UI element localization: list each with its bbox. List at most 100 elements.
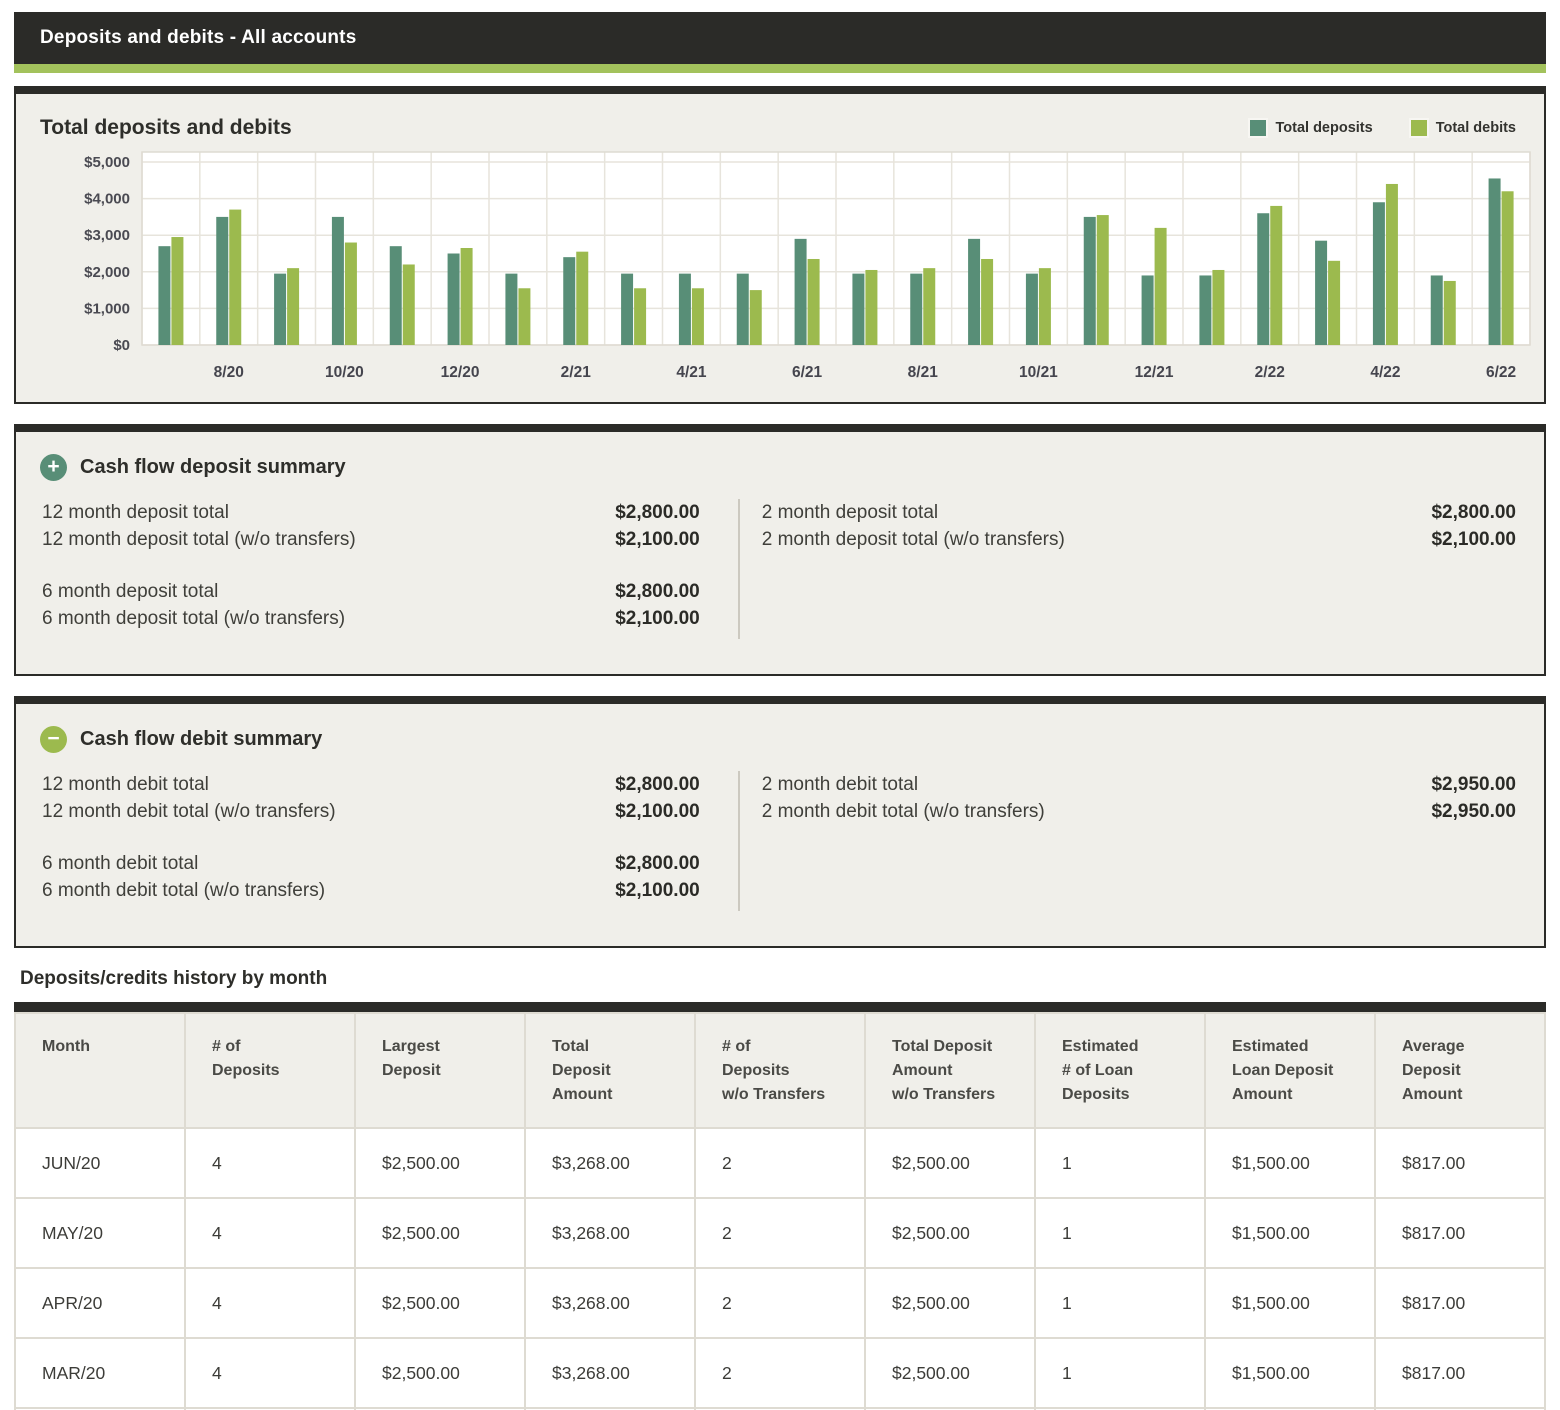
cell-total-deposit: $3,268.00 — [525, 1128, 695, 1198]
summary-row: 6 month debit total (w/o transfers) $2,1… — [42, 877, 700, 904]
summary-value: $2,100.00 — [615, 605, 700, 632]
summary-value: $2,100.00 — [615, 798, 700, 825]
summary-right-column: 2 month debit total $2,950.00 2 month de… — [738, 771, 1516, 911]
cell-average-deposit: $817.00 — [1375, 1128, 1545, 1198]
svg-text:$4,000: $4,000 — [84, 191, 130, 208]
cell-total-deposit-wo-transfers: $2,500.00 — [865, 1338, 1035, 1408]
summary-value: $2,800.00 — [615, 850, 700, 877]
cell-total-deposit: $3,268.00 — [525, 1268, 695, 1338]
summary-label: 2 month deposit total (w/o transfers) — [762, 526, 1065, 553]
svg-text:$3,000: $3,000 — [84, 227, 130, 244]
cell-average-deposit: $817.00 — [1375, 1268, 1545, 1338]
svg-text:12/20: 12/20 — [441, 364, 480, 381]
summary-value: $2,800.00 — [1431, 499, 1516, 526]
table-row: APR/20 4 $2,500.00 $3,268.00 2 $2,500.00… — [15, 1268, 1545, 1338]
summary-row: 12 month debit total (w/o transfers) $2,… — [42, 798, 700, 825]
debit-summary-title: Cash flow debit summary — [80, 728, 322, 751]
cell-num-deposits-wo-transfers: 2 — [695, 1198, 865, 1268]
summary-row: 6 month deposit total (w/o transfers) $2… — [42, 605, 700, 632]
table-row: MAR/20 4 $2,500.00 $3,268.00 2 $2,500.00… — [15, 1338, 1545, 1408]
summary-row: 2 month deposit total $2,800.00 — [762, 499, 1516, 526]
cell-largest-deposit: $2,500.00 — [355, 1338, 525, 1408]
summary-row: 12 month deposit total (w/o transfers) $… — [42, 526, 700, 553]
svg-text:2/21: 2/21 — [561, 364, 592, 381]
cell-month: MAR/20 — [15, 1338, 185, 1408]
page-title: Deposits and debits - All accounts — [40, 27, 356, 49]
cell-average-deposit: $817.00 — [1375, 1338, 1545, 1408]
summary-label: 6 month debit total (w/o transfers) — [42, 877, 325, 904]
legend-label: Total debits — [1436, 120, 1516, 136]
cell-est-loan-deposit-amount: $1,500.00 — [1205, 1268, 1375, 1338]
cell-est-loan-deposit-amount: $1,500.00 — [1205, 1128, 1375, 1198]
summary-value: $2,100.00 — [615, 526, 700, 553]
report-header-bar: Deposits and debits - All accounts — [14, 12, 1546, 64]
total-deposits-debits-panel: Total deposits and debits Total deposits… — [14, 86, 1546, 404]
deposit-summary-title: Cash flow deposit summary — [80, 456, 346, 479]
summary-row: 12 month deposit total $2,800.00 — [42, 499, 700, 526]
cash-flow-debit-summary-panel: − Cash flow debit summary 12 month debit… — [14, 696, 1546, 948]
svg-text:8/20: 8/20 — [214, 364, 244, 381]
svg-text:10/20: 10/20 — [325, 364, 364, 381]
svg-text:10/21: 10/21 — [1019, 364, 1058, 381]
summary-row: 12 month debit total $2,800.00 — [42, 771, 700, 798]
summary-right-column: 2 month deposit total $2,800.00 2 month … — [738, 499, 1516, 639]
cash-flow-deposit-summary-panel: + Cash flow deposit summary 12 month dep… — [14, 424, 1546, 676]
cell-largest-deposit: $2,500.00 — [355, 1198, 525, 1268]
svg-text:$2,000: $2,000 — [84, 264, 130, 281]
summary-label: 12 month deposit total — [42, 499, 229, 526]
cell-num-deposits-wo-transfers: 2 — [695, 1268, 865, 1338]
deposits-debits-bar-chart: $0$1,000$2,000$3,000$4,000$5,0008/2010/2… — [18, 150, 1542, 388]
summary-label: 6 month deposit total (w/o transfers) — [42, 605, 345, 632]
table-row: MAY/20 4 $2,500.00 $3,268.00 2 $2,500.00… — [15, 1198, 1545, 1268]
summary-value: $2,950.00 — [1431, 771, 1516, 798]
col-header-num-deposits-wo-transfers: # of Deposits w/o Transfers — [695, 1013, 865, 1128]
col-header-largest-deposit: Largest Deposit — [355, 1013, 525, 1128]
minus-icon[interactable]: − — [40, 726, 67, 753]
debits-swatch-icon — [1411, 120, 1427, 136]
legend-label: Total deposits — [1275, 120, 1372, 136]
summary-row: 2 month deposit total (w/o transfers) $2… — [762, 526, 1516, 553]
cell-num-deposits: 4 — [185, 1268, 355, 1338]
summary-label: 12 month deposit total (w/o transfers) — [42, 526, 356, 553]
svg-text:2/22: 2/22 — [1255, 364, 1285, 381]
table-row: JUN/20 4 $2,500.00 $3,268.00 2 $2,500.00… — [15, 1128, 1545, 1198]
summary-label: 2 month debit total (w/o transfers) — [762, 798, 1045, 825]
legend-item-total-deposits[interactable]: Total deposits — [1250, 120, 1372, 136]
summary-value: $2,800.00 — [615, 771, 700, 798]
summary-label: 2 month debit total — [762, 771, 918, 798]
cell-num-deposits: 4 — [185, 1198, 355, 1268]
history-table-container: Month # of Deposits Largest Deposit Tota… — [14, 1002, 1546, 1410]
plus-icon[interactable]: + — [40, 454, 67, 481]
cell-est-loan-deposit-amount: $1,500.00 — [1205, 1338, 1375, 1408]
summary-label: 6 month deposit total — [42, 578, 218, 605]
cell-num-deposits-wo-transfers: 2 — [695, 1128, 865, 1198]
svg-text:4/21: 4/21 — [676, 364, 707, 381]
summary-value: $2,100.00 — [615, 877, 700, 904]
legend-item-total-debits[interactable]: Total debits — [1411, 120, 1516, 136]
cell-est-num-loan-deposits: 1 — [1035, 1338, 1205, 1408]
cell-total-deposit-wo-transfers: $2,500.00 — [865, 1268, 1035, 1338]
col-header-average-deposit-amount: Average Deposit Amount — [1375, 1013, 1545, 1128]
svg-text:4/22: 4/22 — [1370, 364, 1400, 381]
summary-label: 12 month debit total (w/o transfers) — [42, 798, 336, 825]
cell-largest-deposit: $2,500.00 — [355, 1128, 525, 1198]
summary-value: $2,800.00 — [615, 499, 700, 526]
deposits-history-table: Month # of Deposits Largest Deposit Tota… — [14, 1012, 1546, 1410]
cell-month: MAY/20 — [15, 1198, 185, 1268]
deposits-debits-report: Deposits and debits - All accounts Total… — [0, 12, 1560, 1410]
svg-text:$1,000: $1,000 — [84, 300, 130, 317]
summary-label: 2 month deposit total — [762, 499, 938, 526]
cell-largest-deposit: $2,500.00 — [355, 1268, 525, 1338]
cell-est-num-loan-deposits: 1 — [1035, 1198, 1205, 1268]
svg-text:12/21: 12/21 — [1135, 364, 1174, 381]
summary-label: 6 month debit total — [42, 850, 198, 877]
chart-title: Total deposits and debits — [40, 116, 292, 140]
cell-est-num-loan-deposits: 1 — [1035, 1268, 1205, 1338]
col-header-total-deposit-amount: Total Deposit Amount — [525, 1013, 695, 1128]
col-header-est-loan-deposit-amount: Estimated Loan Deposit Amount — [1205, 1013, 1375, 1128]
cell-month: JUN/20 — [15, 1128, 185, 1198]
cell-total-deposit-wo-transfers: $2,500.00 — [865, 1128, 1035, 1198]
cell-total-deposit: $3,268.00 — [525, 1338, 695, 1408]
cell-num-deposits-wo-transfers: 2 — [695, 1338, 865, 1408]
col-header-est-num-loan-deposits: Estimated # of Loan Deposits — [1035, 1013, 1205, 1128]
